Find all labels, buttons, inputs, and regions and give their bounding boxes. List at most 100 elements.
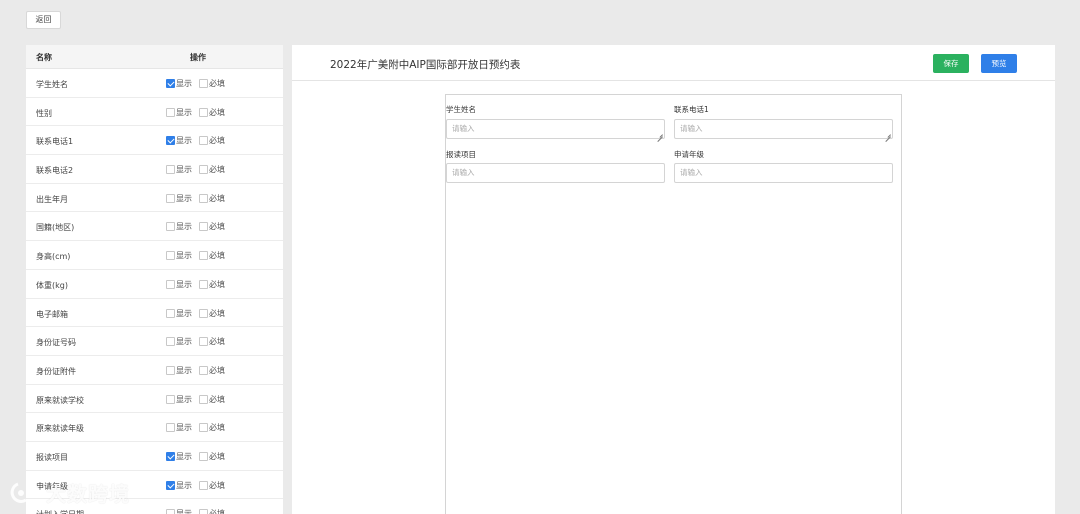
checkbox-icon[interactable] — [199, 337, 208, 347]
field-row: 国籍(地区) 显示 必填 — [26, 212, 283, 242]
show-checkbox[interactable]: 显示 — [166, 135, 192, 146]
checkbox-icon[interactable] — [166, 193, 175, 203]
checkbox-icon[interactable] — [166, 423, 175, 433]
field-list: 学生姓名 显示 必填 性别 显示 必填 联系电话1 显示 必填 联系电话2 显示 必填 出生年月 显示 必填… — [26, 69, 283, 514]
checkbox-icon[interactable] — [166, 136, 175, 146]
required-checkbox[interactable]: 必填 — [199, 336, 225, 347]
preview-button[interactable]: 预览 — [981, 54, 1017, 73]
checkbox-icon[interactable] — [199, 365, 208, 375]
required-checkbox[interactable]: 必填 — [199, 279, 225, 290]
checkbox-icon[interactable] — [166, 480, 175, 490]
checkbox-icon[interactable] — [166, 251, 175, 261]
program-field[interactable]: 请输入 — [446, 163, 665, 183]
form-title: 2022年广美附中AIP国际部开放日预约表 — [330, 59, 521, 71]
field-row: 出生年月 显示 必填 — [26, 184, 283, 213]
checkbox-icon[interactable] — [166, 451, 175, 461]
checkbox-icon[interactable] — [166, 222, 175, 232]
field-name: 性别 — [36, 108, 52, 118]
checkbox-icon[interactable] — [199, 107, 208, 117]
checkbox-icon[interactable] — [166, 509, 175, 514]
required-label: 必填 — [209, 222, 225, 232]
resize-handle-icon[interactable] — [885, 131, 891, 137]
show-checkbox[interactable]: 显示 — [166, 451, 192, 462]
required-checkbox[interactable]: 必填 — [199, 78, 225, 89]
checkbox-icon[interactable] — [166, 279, 175, 289]
field-row: 联系电话2 显示 必填 — [26, 155, 283, 184]
checkbox-icon[interactable] — [199, 423, 208, 433]
checkbox-icon[interactable] — [199, 251, 208, 261]
required-checkbox[interactable]: 必填 — [199, 250, 225, 261]
show-checkbox[interactable]: 显示 — [166, 422, 192, 433]
student-name-field[interactable]: 请输入 — [446, 119, 665, 139]
required-label: 必填 — [209, 308, 225, 318]
checkbox-icon[interactable] — [199, 79, 208, 88]
phone1-field[interactable]: 请输入 — [674, 119, 893, 139]
show-checkbox[interactable]: 显示 — [166, 480, 192, 491]
show-label: 显示 — [176, 136, 192, 146]
checkbox-icon[interactable] — [199, 509, 208, 514]
field-placeholder: 请输入 — [452, 124, 475, 133]
required-checkbox[interactable]: 必填 — [199, 193, 225, 204]
checkbox-icon[interactable] — [166, 107, 175, 117]
checkbox-icon[interactable] — [166, 165, 175, 175]
show-checkbox[interactable]: 显示 — [166, 78, 192, 89]
back-button[interactable]: 返回 — [26, 11, 61, 29]
required-label: 必填 — [209, 107, 225, 117]
checkbox-icon[interactable] — [166, 308, 175, 318]
editor-header: 2022年广美附中AIP国际部开放日预约表 保存 预览 — [292, 45, 1055, 81]
checkbox-icon[interactable] — [199, 165, 208, 175]
show-checkbox[interactable]: 显示 — [166, 193, 192, 204]
checkbox-icon[interactable] — [199, 451, 208, 461]
required-checkbox[interactable]: 必填 — [199, 221, 225, 232]
required-checkbox[interactable]: 必填 — [199, 135, 225, 146]
required-checkbox[interactable]: 必填 — [199, 451, 225, 462]
checkbox-icon[interactable] — [166, 394, 175, 404]
field-list-header: 名称 操作 — [26, 45, 283, 69]
show-label: 显示 — [176, 222, 192, 232]
checkbox-icon[interactable] — [199, 394, 208, 404]
required-checkbox[interactable]: 必填 — [199, 508, 225, 514]
checkbox-icon[interactable] — [199, 136, 208, 146]
checkbox-icon[interactable] — [199, 308, 208, 318]
field-placeholder: 请输入 — [680, 168, 703, 177]
checkbox-icon[interactable] — [199, 279, 208, 289]
required-checkbox[interactable]: 必填 — [199, 107, 225, 118]
checkbox-icon[interactable] — [199, 480, 208, 490]
show-checkbox[interactable]: 显示 — [166, 164, 192, 175]
required-checkbox[interactable]: 必填 — [199, 365, 225, 376]
required-label: 必填 — [209, 509, 225, 514]
show-checkbox[interactable]: 显示 — [166, 250, 192, 261]
resize-handle-icon[interactable] — [657, 131, 663, 137]
show-checkbox[interactable]: 显示 — [166, 221, 192, 232]
show-checkbox[interactable]: 显示 — [166, 308, 192, 319]
field-row: 电子邮箱 显示 必填 — [26, 299, 283, 328]
field-label-grade: 申请年级 — [674, 150, 704, 159]
field-row: 体重(kg) 显示 必填 — [26, 270, 283, 299]
required-label: 必填 — [209, 193, 225, 203]
checkbox-icon[interactable] — [166, 79, 175, 88]
show-checkbox[interactable]: 显示 — [166, 394, 192, 405]
required-checkbox[interactable]: 必填 — [199, 480, 225, 491]
show-checkbox[interactable]: 显示 — [166, 107, 192, 118]
field-row: 身高(cm) 显示 必填 — [26, 241, 283, 270]
required-checkbox[interactable]: 必填 — [199, 308, 225, 319]
required-checkbox[interactable]: 必填 — [199, 394, 225, 405]
watermark: 大数跨境 — [8, 478, 130, 507]
show-checkbox[interactable]: 显示 — [166, 279, 192, 290]
show-checkbox[interactable]: 显示 — [166, 508, 192, 514]
checkbox-icon[interactable] — [199, 193, 208, 203]
show-checkbox[interactable]: 显示 — [166, 365, 192, 376]
required-checkbox[interactable]: 必填 — [199, 164, 225, 175]
required-checkbox[interactable]: 必填 — [199, 422, 225, 433]
checkbox-icon[interactable] — [199, 222, 208, 232]
checkbox-icon[interactable] — [166, 365, 175, 375]
required-label: 必填 — [209, 251, 225, 261]
checkbox-icon[interactable] — [166, 337, 175, 347]
field-name: 身份证号码 — [36, 338, 76, 348]
show-checkbox[interactable]: 显示 — [166, 336, 192, 347]
field-name: 联系电话1 — [36, 137, 74, 147]
grade-field[interactable]: 请输入 — [674, 163, 893, 183]
field-name: 原来就读年级 — [36, 424, 84, 434]
save-button[interactable]: 保存 — [933, 54, 969, 73]
required-label: 必填 — [209, 365, 225, 375]
